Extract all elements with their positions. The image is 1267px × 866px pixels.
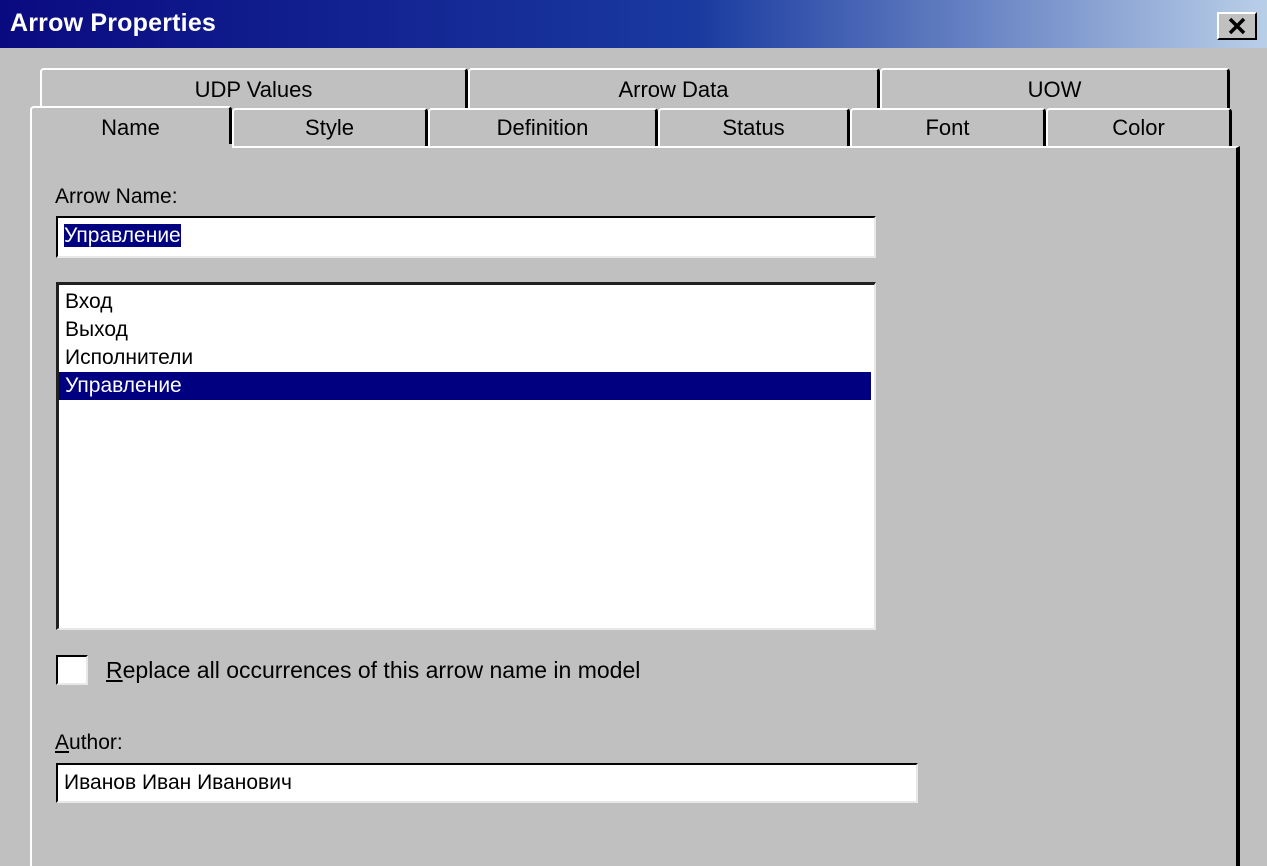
title-bar: Arrow Properties [0,0,1267,48]
author-accel: A [55,731,70,754]
tab-label: Definition [496,115,589,140]
tab-label: Name [101,115,160,140]
tab-status[interactable]: Status [658,108,850,146]
tab-font[interactable]: Font [850,108,1046,146]
tab-udp-values[interactable]: UDP Values [40,68,468,110]
tab-definition[interactable]: Definition [428,108,658,146]
close-icon [1228,17,1246,35]
arrow-name-input[interactable]: Управление [56,216,876,258]
active-tab-joint [32,144,232,150]
tab-arrow-data[interactable]: Arrow Data [468,68,880,110]
window-title: Arrow Properties [10,9,217,37]
arrow-name-value: Управление [64,224,181,247]
tab-label: UOW [1027,77,1082,102]
list-item[interactable]: Выход [59,316,871,344]
list-item-selected[interactable]: Управление [59,372,871,400]
close-button[interactable] [1217,12,1257,40]
author-label-text: uthor: [69,731,123,754]
replace-all-label[interactable]: Replace all occurrences of this arrow na… [106,657,640,684]
tab-label: Font [925,115,970,140]
tab-label: UDP Values [194,77,313,102]
tab-label: Status [722,115,785,140]
arrow-name-list[interactable]: Вход Выход Исполнители Управление [56,282,876,630]
list-item[interactable]: Исполнители [59,344,871,372]
list-item[interactable]: Вход [59,288,871,316]
arrow-name-label: Arrow Name: [55,185,178,208]
tab-uow[interactable]: UOW [880,68,1230,110]
tab-label: Style [305,115,354,140]
tab-label: Color [1112,115,1165,140]
replace-all-checkbox[interactable] [56,655,88,685]
tab-color[interactable]: Color [1046,108,1232,146]
author-value: Иванов Иван Иванович [64,771,292,794]
tab-name[interactable]: Name [30,106,232,148]
tab-label: Arrow Data [618,77,729,102]
tab-style[interactable]: Style [232,108,428,146]
replace-accel: R [106,657,123,683]
author-input[interactable]: Иванов Иван Иванович [56,763,918,803]
author-label: Author: [55,731,123,755]
replace-label-text: eplace all occurrences of this arrow nam… [122,657,641,683]
